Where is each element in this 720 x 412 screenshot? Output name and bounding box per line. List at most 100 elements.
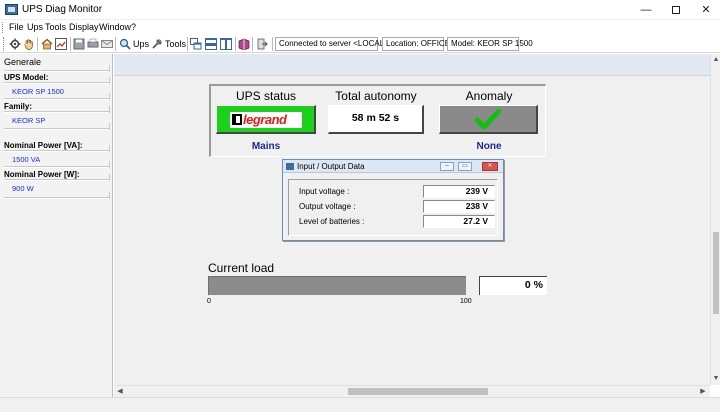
toolbar-separator <box>252 37 253 51</box>
toolbar-separator <box>37 37 38 51</box>
current-load-title: Current load <box>208 261 275 275</box>
connection-status: Connected to server <LOCAL> <box>275 37 389 51</box>
vertical-scrollbar[interactable]: ▲ ▼ <box>710 54 720 385</box>
toolbar-separator <box>115 37 116 51</box>
main-panel: UPS status Total autonomy Anomaly legran… <box>114 54 710 385</box>
divider <box>4 106 110 113</box>
family-value: KEOR SP <box>12 116 46 125</box>
home-icon[interactable] <box>41 38 53 50</box>
io-data-dialog[interactable]: Input / Output Data – ▭ ✕ Input voltage … <box>282 159 504 241</box>
autonomy-title: Total autonomy <box>335 89 417 103</box>
load-tick-max: 100 <box>460 298 472 305</box>
input-voltage-value: 239 V <box>423 185 495 198</box>
hand-icon[interactable] <box>23 38 35 50</box>
scroll-right-icon[interactable]: ▶ <box>698 387 708 397</box>
sidebar: Generale UPS Model: KEOR SP 1500 Family:… <box>0 54 113 400</box>
location-status: Location: OFFICE <box>382 37 450 51</box>
load-tick-min: 0 <box>207 298 211 305</box>
mail-icon[interactable] <box>101 38 113 50</box>
tools-toolbar-button[interactable]: Tools <box>165 39 186 49</box>
toolbar-grip <box>3 37 4 51</box>
model-status: Model: KEOR SP 1500 <box>447 37 533 51</box>
divider <box>4 77 110 84</box>
menu-display[interactable]: Display <box>69 22 99 32</box>
legrand-logo: legrand <box>230 112 302 128</box>
menu-bar: File Ups Tools Display Window ? <box>0 20 720 35</box>
horizontal-scrollbar[interactable]: ◀ ▶ <box>114 385 710 397</box>
scroll-left-icon[interactable]: ◀ <box>115 387 125 397</box>
maximize-button[interactable] <box>661 0 691 20</box>
nominal-power-w-value: 900 W <box>12 184 34 193</box>
title-bar: UPS Diag Monitor — ✕ <box>0 0 720 20</box>
legrand-mark-icon <box>232 114 242 125</box>
nominal-power-va-label: Nominal Power [VA]: <box>4 141 83 150</box>
menu-tools[interactable]: Tools <box>45 22 66 32</box>
maximize-icon <box>672 6 680 15</box>
menu-grip <box>2 22 5 33</box>
close-button[interactable]: ✕ <box>691 0 720 20</box>
cascade-icon[interactable] <box>190 38 202 50</box>
tools-icon[interactable] <box>151 38 163 50</box>
dialog-title-bar[interactable]: Input / Output Data – ▭ ✕ <box>283 160 503 173</box>
menu-file[interactable]: File <box>9 22 24 32</box>
scroll-down-icon[interactable]: ▼ <box>712 374 720 384</box>
horizontal-scroll-thumb[interactable] <box>348 388 488 395</box>
menu-window[interactable]: Window <box>99 22 131 32</box>
load-progress-bar <box>208 276 466 295</box>
app-icon <box>5 4 18 15</box>
output-voltage-label: Output voltage : <box>299 202 356 211</box>
ups-status-value: Mains <box>251 141 281 152</box>
book-icon[interactable] <box>238 38 250 50</box>
sidebar-title: Generale <box>4 57 42 67</box>
anomaly-value: None <box>476 141 502 152</box>
ups-toolbar-button[interactable]: Ups <box>133 39 149 49</box>
divider <box>4 123 110 130</box>
tile-vertical-icon[interactable] <box>220 38 232 50</box>
toolbar-separator <box>272 37 273 51</box>
dialog-body: Input voltage : 239 V Output voltage : 2… <box>288 179 498 236</box>
minimize-button[interactable]: — <box>631 0 661 20</box>
dialog-title: Input / Output Data <box>297 162 365 171</box>
ups-status-title: UPS status <box>235 89 297 103</box>
toolbar-separator <box>235 37 236 51</box>
divider <box>4 65 110 72</box>
scroll-up-icon[interactable]: ▲ <box>712 55 720 65</box>
save-icon[interactable] <box>73 38 85 50</box>
menu-ups[interactable]: Ups <box>27 22 43 32</box>
status-bar <box>0 397 720 412</box>
vertical-scroll-thumb[interactable] <box>713 232 719 314</box>
tile-horizontal-icon[interactable] <box>205 38 217 50</box>
window-title: UPS Diag Monitor <box>22 4 103 15</box>
print-icon[interactable] <box>87 38 99 50</box>
toolbar: Ups Tools Connected to server <LOCAL> Lo… <box>0 35 720 53</box>
autonomy-display: 58 m 52 s <box>328 105 424 134</box>
divider <box>4 145 110 152</box>
checkmark-icon <box>475 109 501 130</box>
search-icon[interactable] <box>119 38 131 50</box>
dialog-restore-button[interactable]: ▭ <box>458 162 472 171</box>
output-voltage-value: 238 V <box>423 200 495 213</box>
divider <box>4 192 110 199</box>
nominal-power-va-value: 1500 VA <box>12 155 41 164</box>
menu-help[interactable]: ? <box>131 22 136 32</box>
anomaly-title: Anomaly <box>465 89 513 103</box>
exit-icon[interactable] <box>256 38 268 50</box>
battery-level-label: Level of batteries : <box>299 217 365 226</box>
settings-icon[interactable] <box>9 38 21 50</box>
divider <box>4 161 110 168</box>
ups-model-label: UPS Model: <box>4 73 49 82</box>
nominal-power-w-label: Nominal Power [W]: <box>4 170 80 179</box>
input-voltage-label: Input voltage : <box>299 187 350 196</box>
main-header-band <box>114 54 710 76</box>
family-label: Family: <box>4 102 33 111</box>
divider <box>4 174 110 181</box>
dialog-app-icon <box>286 163 294 170</box>
dialog-minimize-button[interactable]: – <box>440 162 454 171</box>
divider <box>4 93 110 100</box>
ups-status-indicator: legrand <box>216 105 316 134</box>
load-value: 0 % <box>479 276 547 295</box>
anomaly-indicator <box>439 105 538 134</box>
toolbar-separator <box>187 37 188 51</box>
chart-icon[interactable] <box>55 38 67 50</box>
dialog-close-button[interactable]: ✕ <box>482 162 498 171</box>
